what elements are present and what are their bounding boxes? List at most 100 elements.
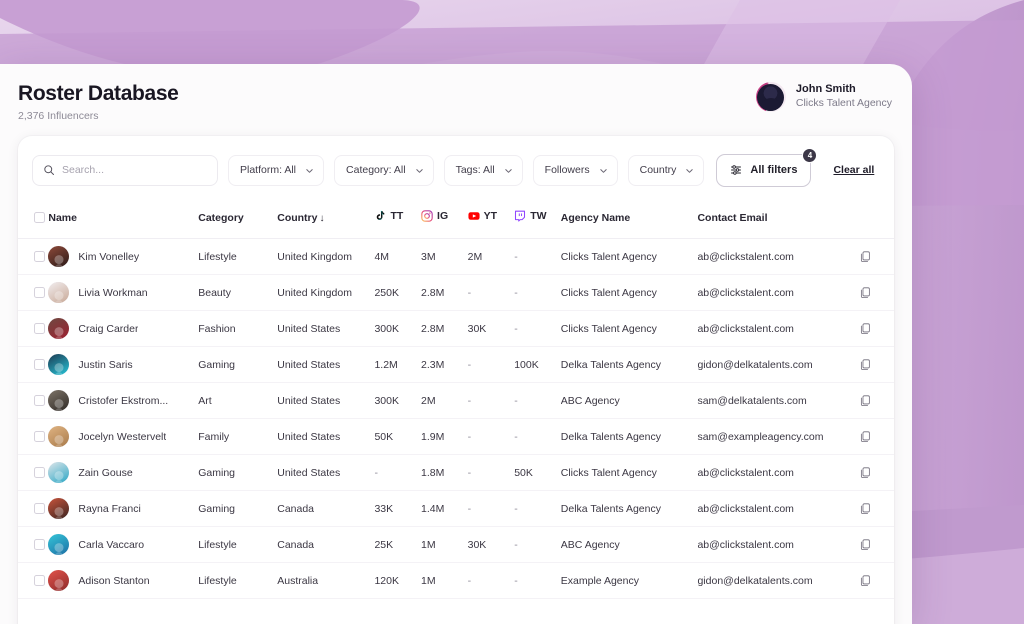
- cell-instagram: 2.3M: [421, 346, 468, 383]
- cell-copy[interactable]: [859, 454, 894, 491]
- cell-email: sam@exampleagency.com: [697, 418, 860, 455]
- table-row[interactable]: Cristofer Ekstrom... Art United States 3…: [18, 382, 894, 419]
- cell-copy[interactable]: [859, 418, 894, 455]
- row-checkbox[interactable]: [34, 539, 45, 550]
- col-twitch[interactable]: TW: [514, 202, 561, 239]
- copy-icon[interactable]: [860, 286, 871, 299]
- cell-copy[interactable]: [859, 274, 894, 311]
- cell-youtube: 2M: [467, 238, 515, 275]
- copy-icon[interactable]: [860, 538, 871, 551]
- row-avatar-icon: [48, 426, 70, 447]
- row-select-cell[interactable]: [18, 490, 49, 527]
- all-filters-button[interactable]: All filters 4: [716, 147, 818, 187]
- cell-country: United Kingdom: [277, 274, 375, 311]
- row-avatar-icon: [48, 498, 70, 519]
- cell-country: United Kingdom: [277, 238, 375, 275]
- row-avatar-icon: [48, 570, 70, 591]
- row-select-cell[interactable]: [18, 310, 49, 347]
- row-checkbox[interactable]: [34, 287, 45, 298]
- cell-name: Justin Saris: [48, 346, 199, 383]
- row-checkbox[interactable]: [34, 359, 45, 370]
- col-instagram[interactable]: IG: [421, 202, 468, 239]
- col-name[interactable]: Name: [48, 202, 199, 239]
- row-avatar-icon: [48, 282, 70, 303]
- col-youtube[interactable]: YT: [467, 202, 515, 239]
- table-row[interactable]: Zain Gouse Gaming United States - 1.8M -…: [18, 454, 894, 491]
- filter-country[interactable]: Country: [627, 154, 705, 186]
- row-select-cell[interactable]: [18, 526, 49, 563]
- row-select-cell[interactable]: [18, 382, 49, 419]
- user-profile[interactable]: John Smith Clicks Talent Agency: [755, 82, 892, 112]
- row-select-cell[interactable]: [18, 562, 49, 599]
- cell-instagram: 1.4M: [421, 490, 468, 527]
- table-row[interactable]: Adison Stanton Lifestyle Australia 120K …: [18, 562, 894, 599]
- cell-instagram: 2.8M: [421, 274, 468, 311]
- col-select-all[interactable]: [18, 202, 49, 239]
- cell-copy[interactable]: [859, 562, 894, 599]
- row-select-cell[interactable]: [18, 454, 49, 491]
- col-tiktok[interactable]: TT: [374, 202, 422, 239]
- copy-icon[interactable]: [860, 574, 871, 587]
- col-category[interactable]: Category: [198, 202, 278, 239]
- search-box[interactable]: [32, 154, 218, 186]
- col-email[interactable]: Contact Email: [697, 202, 860, 239]
- copy-icon[interactable]: [860, 250, 871, 263]
- table-row[interactable]: Craig Carder Fashion United States 300K …: [18, 310, 894, 347]
- search-icon: [44, 165, 54, 175]
- row-select-cell[interactable]: [18, 238, 49, 275]
- table-row[interactable]: Rayna Franci Gaming Canada 33K 1.4M - - …: [18, 490, 894, 527]
- copy-icon[interactable]: [860, 394, 871, 407]
- cell-copy[interactable]: [859, 382, 894, 419]
- copy-icon[interactable]: [860, 322, 871, 335]
- chevron-down-icon: [504, 168, 512, 173]
- clear-all-link[interactable]: Clear all: [833, 164, 874, 176]
- cell-copy[interactable]: [859, 490, 894, 527]
- row-avatar-icon: [48, 318, 70, 339]
- cell-instagram: 1.9M: [421, 418, 468, 455]
- row-checkbox[interactable]: [34, 467, 45, 478]
- table-row[interactable]: Kim Vonelley Lifestyle United Kingdom 4M…: [18, 238, 894, 275]
- row-checkbox[interactable]: [34, 503, 45, 514]
- copy-icon[interactable]: [860, 430, 871, 443]
- search-input[interactable]: [62, 164, 207, 176]
- row-select-cell[interactable]: [18, 418, 49, 455]
- col-country[interactable]: Country ↓: [277, 202, 375, 239]
- sliders-icon: [731, 165, 742, 175]
- cell-category: Gaming: [198, 490, 278, 527]
- roster-card: Platform: All Category: All Tags: All Fo…: [18, 136, 894, 624]
- table-row[interactable]: Jocelyn Westervelt Family United States …: [18, 418, 894, 455]
- copy-icon[interactable]: [860, 358, 871, 371]
- cell-youtube: -: [467, 562, 515, 599]
- cell-copy[interactable]: [859, 346, 894, 383]
- row-select-cell[interactable]: [18, 346, 49, 383]
- cell-email: ab@clickstalent.com: [697, 274, 860, 311]
- cell-youtube: -: [467, 382, 515, 419]
- filter-followers[interactable]: Followers: [532, 154, 618, 186]
- row-select-cell[interactable]: [18, 274, 49, 311]
- row-checkbox[interactable]: [34, 575, 45, 586]
- cell-agency: Clicks Talent Agency: [560, 454, 698, 491]
- row-checkbox[interactable]: [34, 251, 45, 262]
- cell-instagram: 3M: [421, 238, 468, 275]
- cell-tiktok: 50K: [374, 418, 422, 455]
- col-agency[interactable]: Agency Name: [560, 202, 698, 239]
- copy-icon[interactable]: [860, 466, 871, 479]
- cell-copy[interactable]: [859, 238, 894, 275]
- row-checkbox[interactable]: [34, 323, 45, 334]
- page-header: Roster Database 2,376 Influencers John S…: [0, 64, 912, 132]
- tiktok-icon: [377, 210, 385, 220]
- cell-copy[interactable]: [859, 310, 894, 347]
- row-checkbox[interactable]: [34, 395, 45, 406]
- filter-platform[interactable]: Platform: All: [228, 154, 325, 186]
- cell-copy[interactable]: [859, 526, 894, 563]
- chevron-down-icon: [306, 168, 313, 173]
- row-name: Kim Vonelley: [78, 250, 140, 263]
- filter-category[interactable]: Category: All: [334, 154, 434, 186]
- table-row[interactable]: Justin Saris Gaming United States 1.2M 2…: [18, 346, 894, 383]
- copy-icon[interactable]: [860, 502, 871, 515]
- select-all-checkbox[interactable]: [34, 212, 45, 223]
- table-row[interactable]: Carla Vaccaro Lifestyle Canada 25K 1M 30…: [18, 526, 894, 563]
- row-checkbox[interactable]: [34, 431, 45, 442]
- table-row[interactable]: Livia Workman Beauty United Kingdom 250K…: [18, 274, 894, 311]
- filter-tags[interactable]: Tags: All: [443, 154, 523, 186]
